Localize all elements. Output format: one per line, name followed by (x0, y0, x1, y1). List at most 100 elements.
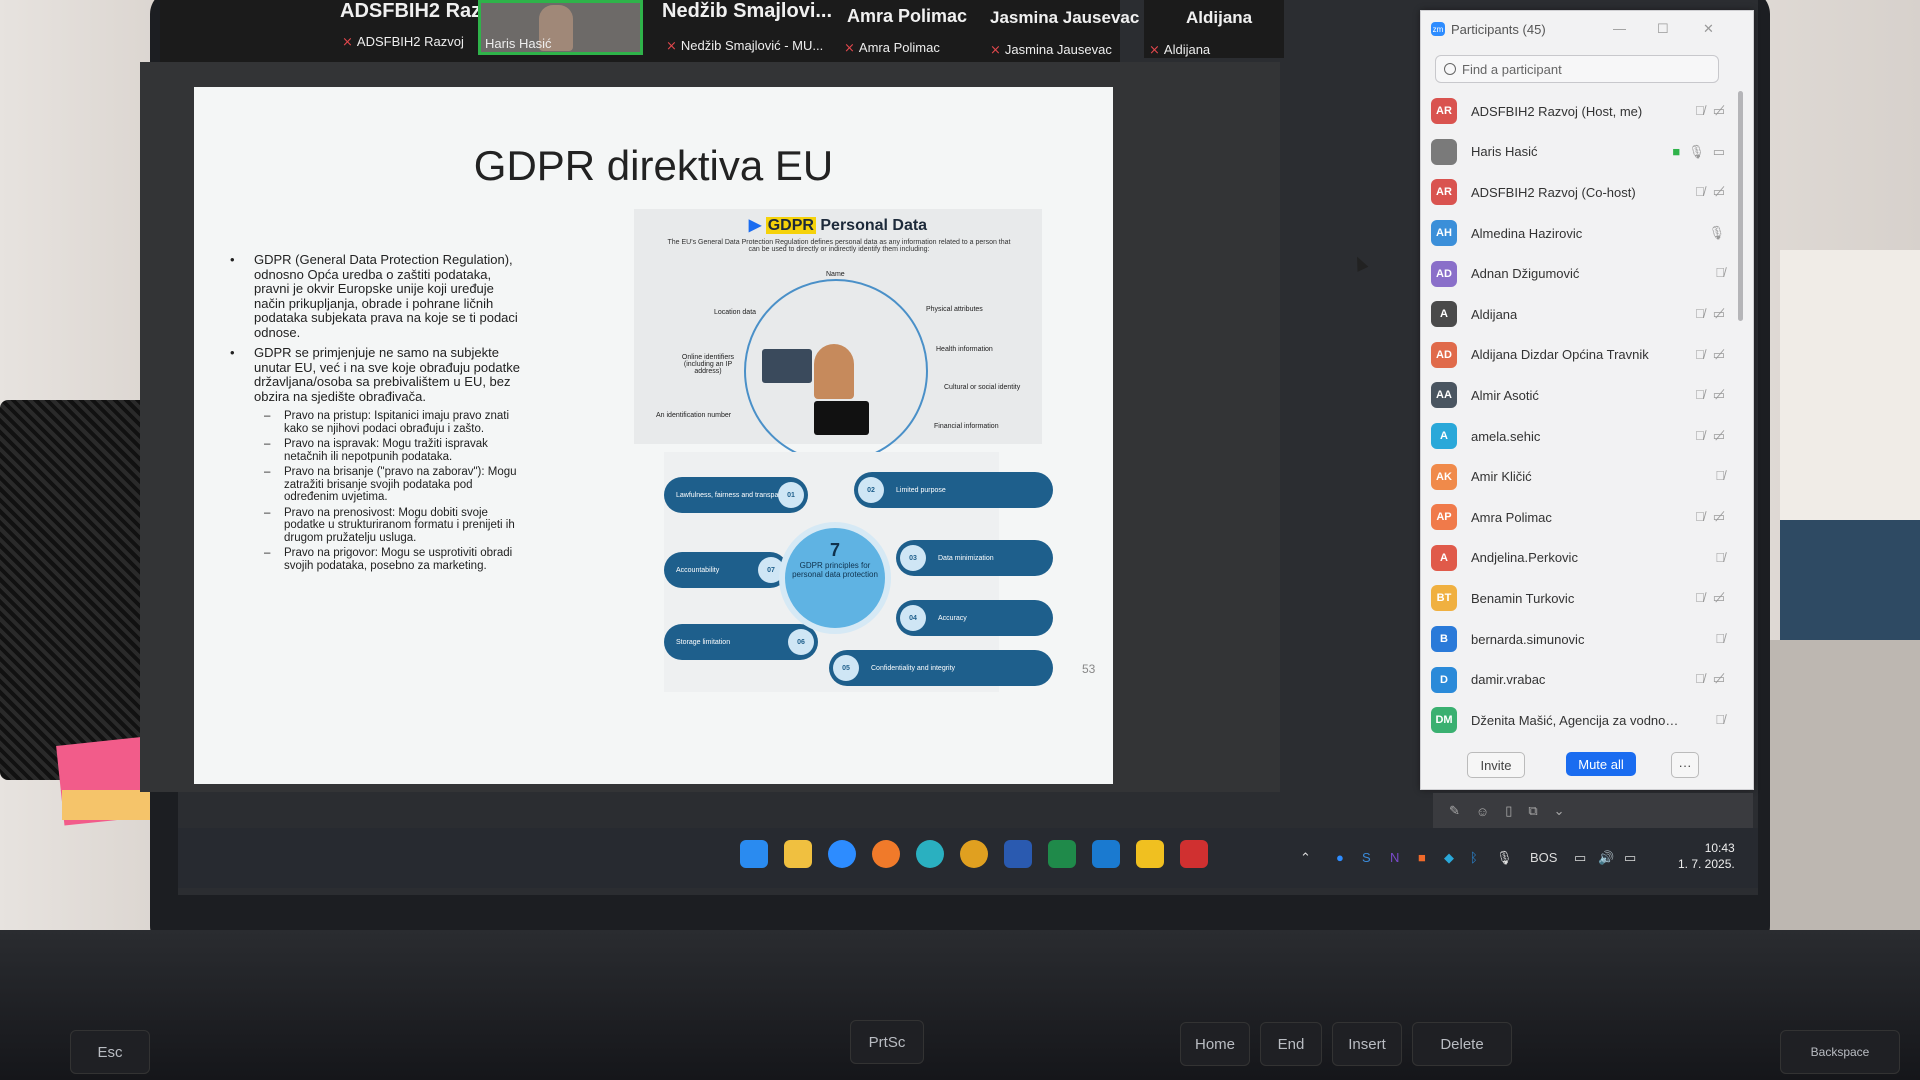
mic-muted-icon[interactable]: 🎙̸ (1695, 184, 1705, 200)
more-options-button[interactable]: ··· (1671, 752, 1699, 778)
participant-row[interactable]: DM Dženita Mašić, Agencija za vodno pod..… (1431, 700, 1731, 741)
office-tray-icon[interactable]: ■ (1418, 850, 1426, 865)
participant-name: Almir Asotić (1471, 387, 1539, 403)
participant-row[interactable]: AK Amir Kličić 🎙̸ (1431, 456, 1731, 497)
excel-icon[interactable] (1048, 840, 1076, 868)
mic-icon[interactable]: 🎙 (1688, 144, 1705, 160)
outlook-icon[interactable] (1092, 840, 1120, 868)
start-menu-icon[interactable] (740, 840, 768, 868)
video-off-icon[interactable]: ▭̸ (1713, 387, 1725, 403)
emoji-icon[interactable]: ☺ (1476, 804, 1489, 819)
close-icon[interactable]: ✕ (1703, 21, 1714, 37)
mic-muted-icon[interactable]: 🎙̸ (1695, 103, 1705, 119)
participant-row[interactable]: A Andjelina.Perkovic 🎙̸ (1431, 538, 1731, 579)
mic-muted-icon[interactable]: 🎙̸ (1695, 671, 1705, 687)
avatar: AR (1431, 179, 1457, 206)
zoom-tray-icon[interactable]: ● (1336, 850, 1344, 865)
participant-row[interactable]: AP Amra Polimac 🎙̸ ▭̸ (1431, 497, 1731, 538)
onenote-tray-icon[interactable]: N (1390, 850, 1399, 865)
video-tile[interactable]: Jasmina Jausevac ⨯ Jasmina Jausevac (990, 0, 1150, 57)
participant-row[interactable]: AH Almedina Hazirovic 🎙 (1431, 213, 1731, 254)
participant-row[interactable]: AR ADSFBIH2 Razvoj (Host, me) 🎙̸ ▭̸ (1431, 91, 1731, 132)
defender-tray-icon[interactable]: ◆ (1444, 850, 1454, 866)
video-tile[interactable]: Amra Polimac ⨯ Amra Polimac (844, 0, 967, 55)
invite-button[interactable]: Invite (1467, 752, 1525, 778)
mic-muted-icon[interactable]: 🎙̸ (1695, 428, 1705, 444)
file-explorer-icon[interactable] (784, 840, 812, 868)
file-icon[interactable]: ▯ (1505, 803, 1512, 819)
system-clock[interactable]: 10:43 1. 7. 2025. (1678, 840, 1735, 872)
video-tile[interactable]: ADSFBIH2 Razvoj ⨯ ADSFBIH2 Razvoj (340, 0, 510, 55)
firefox-icon[interactable] (872, 840, 900, 868)
participant-list-scrollbar[interactable] (1738, 91, 1743, 321)
mic-muted-icon[interactable]: 🎙̸ (1695, 590, 1705, 606)
video-off-icon[interactable]: ▭̸ (1713, 184, 1725, 200)
video-icon[interactable]: ▭ (1713, 144, 1725, 160)
mic-muted-icon[interactable]: 🎙̸ (1715, 468, 1725, 483)
participant-row[interactable]: Bbernarda.simunovic 🎙̸ (1431, 619, 1731, 660)
skype-tray-icon[interactable]: S (1362, 850, 1371, 865)
chevron-down-icon[interactable]: ⌄ (1554, 803, 1565, 819)
screenshot-icon[interactable]: ⧉ (1528, 803, 1537, 819)
participants-panel: zm Participants (45) — ☐ ✕ Find a partic… (1420, 10, 1754, 790)
volume-icon[interactable]: 🔊 (1598, 850, 1614, 866)
video-off-icon[interactable]: ▭̸ (1713, 671, 1725, 687)
search-input[interactable]: Find a participant (1435, 55, 1719, 83)
bluetooth-icon[interactable]: ᛒ (1470, 850, 1478, 865)
participant-row[interactable]: AD Adnan Džigumović 🎙̸ (1431, 253, 1731, 294)
battery-icon[interactable]: ▭ (1624, 850, 1636, 866)
principle-pill: 04 Accuracy (896, 600, 1053, 636)
mic-muted-icon[interactable]: 🎙̸ (1715, 712, 1725, 727)
mute-all-button[interactable]: Mute all (1566, 752, 1636, 776)
participant-row[interactable]: BT Benamin Turkovic 🎙̸ ▭̸ (1431, 578, 1731, 619)
chevron-up-icon[interactable]: ⌃ (1300, 850, 1311, 866)
avatar: AA (1431, 382, 1457, 409)
mic-icon[interactable]: 🎙 (1708, 225, 1725, 241)
video-off-icon[interactable]: ▭̸ (1713, 347, 1725, 363)
pen-icon[interactable]: ✎ (1449, 803, 1460, 819)
power-bi-icon[interactable] (1136, 840, 1164, 868)
mic-muted-icon[interactable]: 🎙̸ (1695, 306, 1705, 322)
participant-row[interactable]: A Aldijana 🎙̸ ▭̸ (1431, 294, 1731, 335)
participant-row[interactable]: AA Almir Asotić 🎙̸ ▭̸ (1431, 375, 1731, 416)
video-off-icon[interactable]: ▭̸ (1713, 306, 1725, 322)
minimize-icon[interactable]: — (1613, 21, 1626, 36)
video-off-icon[interactable]: ▭̸ (1713, 590, 1725, 606)
search-placeholder: Find a participant (1462, 61, 1562, 77)
mic-muted-icon[interactable]: 🎙̸ (1695, 509, 1705, 525)
video-tile[interactable]: Aldijana ⨯ Aldijana (1144, 0, 1284, 58)
participant-row[interactable]: Ddamir.vrabac 🎙̸ ▭̸ (1431, 659, 1731, 700)
mic-muted-icon[interactable]: 🎙̸ (1715, 631, 1725, 646)
participant-row[interactable]: AR ADSFBIH2 Razvoj (Co-host) 🎙̸ ▭̸ (1431, 172, 1731, 213)
language-indicator[interactable]: BOS (1530, 850, 1557, 865)
zoom-icon[interactable] (828, 840, 856, 868)
edge-icon[interactable] (916, 840, 944, 868)
network-icon[interactable]: ▭ (1574, 850, 1586, 866)
video-off-icon[interactable]: ▭̸ (1713, 509, 1725, 525)
mic-muted-icon[interactable]: 🎙̸ (1695, 347, 1705, 363)
sub-bullet-item: Pravo na prenosivost: Mogu dobiti svoje … (224, 507, 524, 545)
acrobat-icon[interactable] (1180, 840, 1208, 868)
video-off-icon[interactable]: ▭̸ (1713, 428, 1725, 444)
mic-muted-icon[interactable]: 🎙̸ (1715, 265, 1725, 280)
participant-row[interactable]: Haris Hasić ■ 🎙 ▭ (1431, 132, 1731, 173)
mic-muted-icon[interactable]: 🎙̸ (1695, 387, 1705, 403)
participant-row[interactable]: Aamela.sehic 🎙̸ ▭̸ (1431, 416, 1731, 457)
maximize-icon[interactable]: ☐ (1657, 21, 1669, 37)
video-off-icon[interactable]: ▭̸ (1713, 103, 1725, 119)
data-label: An identification number (656, 412, 732, 419)
active-speaker-tile[interactable]: Haris Hasić (478, 0, 643, 55)
word-icon[interactable] (1004, 840, 1032, 868)
principle-pill: 05 Confidentiality and integrity (829, 650, 1053, 686)
zoom-app-icon: zm (1431, 22, 1445, 36)
avatar: A (1431, 544, 1457, 571)
video-tile[interactable]: Nedžib Smajlovi... ⨯ Nedžib Smajlović - M… (662, 0, 832, 55)
sub-bullet-item: Pravo na prigovor: Mogu se usprotiviti o… (224, 547, 524, 572)
participant-row[interactable]: AD Aldijana Dizdar Općina Travnik 🎙̸ ▭̸ (1431, 335, 1731, 376)
infographic-title: ▶ GDPR Personal Data (748, 217, 928, 234)
mic-muted-icon[interactable]: 🎙̸ (1715, 550, 1725, 565)
panel-footer: Invite Mute all ··· (1421, 746, 1753, 782)
microphone-icon[interactable]: 🎙 (1496, 850, 1513, 866)
video-gallery-strip: ADSFBIH2 Razvoj ⨯ ADSFBIH2 Razvoj Haris H… (160, 0, 1139, 62)
chrome-icon[interactable] (960, 840, 988, 868)
